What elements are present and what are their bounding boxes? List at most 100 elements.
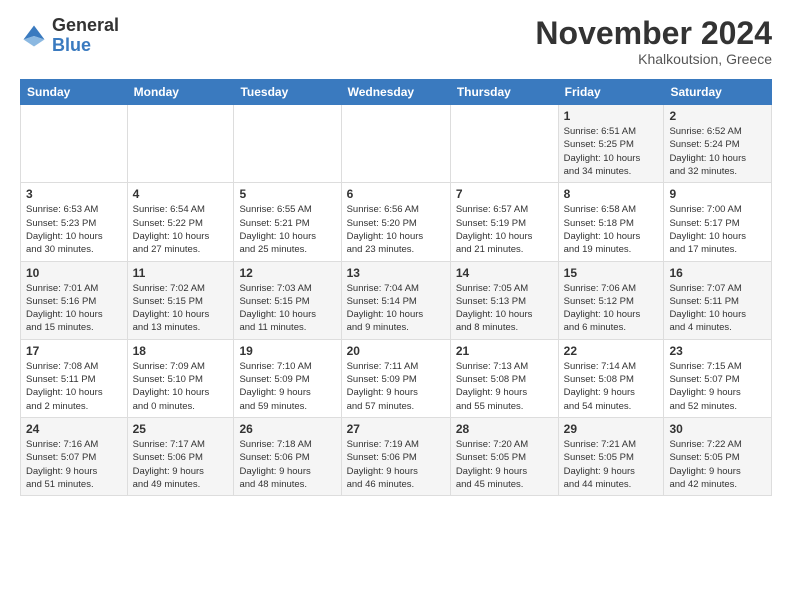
- calendar-cell: 23 Sunrise: 7:15 AM Sunset: 5:07 PM Dayli…: [664, 339, 772, 417]
- day-number: 3: [26, 187, 122, 201]
- day-number: 24: [26, 422, 122, 436]
- day-info: Sunrise: 7:21 AM Sunset: 5:05 PM Dayligh…: [564, 438, 659, 491]
- day-number: 20: [347, 344, 445, 358]
- calendar-cell: 25Sunrise: 7:17 AM Sunset: 5:06 PM Dayli…: [127, 417, 234, 495]
- day-info: Sunrise: 7:22 AM Sunset: 5:05 PM Dayligh…: [669, 438, 766, 491]
- calendar-cell: 19 Sunrise: 7:10 AM Sunset: 5:09 PM Dayli…: [234, 339, 341, 417]
- day-info: Sunrise: 7:03 AM Sunset: 5:15 PM Dayligh…: [239, 282, 335, 335]
- day-info: Sunrise: 7:13 AM Sunset: 5:08 PM Dayligh…: [456, 360, 553, 413]
- day-info: Sunrise: 6:57 AM Sunset: 5:19 PM Dayligh…: [456, 203, 553, 256]
- day-number: 19: [239, 344, 335, 358]
- calendar-cell: 26 Sunrise: 7:18 AM Sunset: 5:06 PM Dayli…: [234, 417, 341, 495]
- calendar-cell: [234, 105, 341, 183]
- day-info: Sunrise: 7:14 AM Sunset: 5:08 PM Dayligh…: [564, 360, 659, 413]
- day-number: 6: [347, 187, 445, 201]
- calendar-cell: 29 Sunrise: 7:21 AM Sunset: 5:05 PM Dayli…: [558, 417, 664, 495]
- day-number: 30: [669, 422, 766, 436]
- calendar-cell: [450, 105, 558, 183]
- calendar-cell: 9Sunrise: 7:00 AM Sunset: 5:17 PM Daylig…: [664, 183, 772, 261]
- location: Khalkoutsion, Greece: [535, 51, 772, 67]
- day-number: 22: [564, 344, 659, 358]
- calendar-cell: [127, 105, 234, 183]
- calendar-header-row: SundayMondayTuesdayWednesdayThursdayFrid…: [21, 80, 772, 105]
- calendar-cell: 1 Sunrise: 6:51 AM Sunset: 5:25 PM Daylig…: [558, 105, 664, 183]
- weekday-header: Sunday: [21, 80, 128, 105]
- logo-text: General Blue: [52, 16, 119, 56]
- calendar-cell: 5 Sunrise: 6:55 AM Sunset: 5:21 PM Daylig…: [234, 183, 341, 261]
- calendar-table: SundayMondayTuesdayWednesdayThursdayFrid…: [20, 79, 772, 496]
- day-number: 12: [239, 266, 335, 280]
- day-info: Sunrise: 6:55 AM Sunset: 5:21 PM Dayligh…: [239, 203, 335, 256]
- day-info: Sunrise: 7:02 AM Sunset: 5:15 PM Dayligh…: [133, 282, 229, 335]
- day-number: 5: [239, 187, 335, 201]
- day-number: 7: [456, 187, 553, 201]
- day-number: 15: [564, 266, 659, 280]
- logo-general: General: [52, 15, 119, 35]
- day-info: Sunrise: 6:58 AM Sunset: 5:18 PM Dayligh…: [564, 203, 659, 256]
- day-number: 23: [669, 344, 766, 358]
- calendar-cell: 3Sunrise: 6:53 AM Sunset: 5:23 PM Daylig…: [21, 183, 128, 261]
- weekday-header: Tuesday: [234, 80, 341, 105]
- day-number: 16: [669, 266, 766, 280]
- day-info: Sunrise: 6:54 AM Sunset: 5:22 PM Dayligh…: [133, 203, 229, 256]
- logo: General Blue: [20, 16, 119, 56]
- day-info: Sunrise: 7:05 AM Sunset: 5:13 PM Dayligh…: [456, 282, 553, 335]
- day-info: Sunrise: 7:15 AM Sunset: 5:07 PM Dayligh…: [669, 360, 766, 413]
- day-number: 21: [456, 344, 553, 358]
- calendar-cell: 17 Sunrise: 7:08 AM Sunset: 5:11 PM Dayli…: [21, 339, 128, 417]
- page-container: General Blue November 2024 Khalkoutsion,…: [0, 0, 792, 506]
- day-number: 13: [347, 266, 445, 280]
- day-number: 27: [347, 422, 445, 436]
- calendar-cell: 10 Sunrise: 7:01 AM Sunset: 5:16 PM Dayli…: [21, 261, 128, 339]
- calendar-cell: 12 Sunrise: 7:03 AM Sunset: 5:15 PM Dayli…: [234, 261, 341, 339]
- calendar-cell: 7 Sunrise: 6:57 AM Sunset: 5:19 PM Daylig…: [450, 183, 558, 261]
- month-title: November 2024: [535, 16, 772, 51]
- day-number: 11: [133, 266, 229, 280]
- weekday-header: Friday: [558, 80, 664, 105]
- calendar-cell: 11 Sunrise: 7:02 AM Sunset: 5:15 PM Dayli…: [127, 261, 234, 339]
- day-info: Sunrise: 7:17 AM Sunset: 5:06 PM Dayligh…: [133, 438, 229, 491]
- day-number: 14: [456, 266, 553, 280]
- calendar-cell: 14 Sunrise: 7:05 AM Sunset: 5:13 PM Dayli…: [450, 261, 558, 339]
- calendar-week-row: 24Sunrise: 7:16 AM Sunset: 5:07 PM Dayli…: [21, 417, 772, 495]
- day-info: Sunrise: 7:10 AM Sunset: 5:09 PM Dayligh…: [239, 360, 335, 413]
- day-info: Sunrise: 7:20 AM Sunset: 5:05 PM Dayligh…: [456, 438, 553, 491]
- calendar-cell: 4 Sunrise: 6:54 AM Sunset: 5:22 PM Daylig…: [127, 183, 234, 261]
- calendar-cell: 30 Sunrise: 7:22 AM Sunset: 5:05 PM Dayli…: [664, 417, 772, 495]
- calendar-week-row: 17 Sunrise: 7:08 AM Sunset: 5:11 PM Dayli…: [21, 339, 772, 417]
- calendar-week-row: 1 Sunrise: 6:51 AM Sunset: 5:25 PM Daylig…: [21, 105, 772, 183]
- day-number: 4: [133, 187, 229, 201]
- day-info: Sunrise: 6:56 AM Sunset: 5:20 PM Dayligh…: [347, 203, 445, 256]
- day-info: Sunrise: 7:19 AM Sunset: 5:06 PM Dayligh…: [347, 438, 445, 491]
- day-number: 2: [669, 109, 766, 123]
- day-number: 28: [456, 422, 553, 436]
- calendar-cell: 6 Sunrise: 6:56 AM Sunset: 5:20 PM Daylig…: [341, 183, 450, 261]
- day-number: 29: [564, 422, 659, 436]
- calendar-cell: 16 Sunrise: 7:07 AM Sunset: 5:11 PM Dayli…: [664, 261, 772, 339]
- day-info: Sunrise: 7:18 AM Sunset: 5:06 PM Dayligh…: [239, 438, 335, 491]
- day-number: 17: [26, 344, 122, 358]
- day-info: Sunrise: 6:51 AM Sunset: 5:25 PM Dayligh…: [564, 125, 659, 178]
- day-info: Sunrise: 7:01 AM Sunset: 5:16 PM Dayligh…: [26, 282, 122, 335]
- day-info: Sunrise: 7:07 AM Sunset: 5:11 PM Dayligh…: [669, 282, 766, 335]
- calendar-cell: 24Sunrise: 7:16 AM Sunset: 5:07 PM Dayli…: [21, 417, 128, 495]
- day-info: Sunrise: 7:08 AM Sunset: 5:11 PM Dayligh…: [26, 360, 122, 413]
- day-info: Sunrise: 7:06 AM Sunset: 5:12 PM Dayligh…: [564, 282, 659, 335]
- day-number: 1: [564, 109, 659, 123]
- calendar-cell: 15 Sunrise: 7:06 AM Sunset: 5:12 PM Dayli…: [558, 261, 664, 339]
- title-block: November 2024 Khalkoutsion, Greece: [535, 16, 772, 67]
- weekday-header: Monday: [127, 80, 234, 105]
- day-info: Sunrise: 7:11 AM Sunset: 5:09 PM Dayligh…: [347, 360, 445, 413]
- day-number: 10: [26, 266, 122, 280]
- calendar-cell: 21 Sunrise: 7:13 AM Sunset: 5:08 PM Dayli…: [450, 339, 558, 417]
- calendar-cell: [21, 105, 128, 183]
- day-number: 18: [133, 344, 229, 358]
- calendar-cell: 28 Sunrise: 7:20 AM Sunset: 5:05 PM Dayli…: [450, 417, 558, 495]
- calendar-cell: 8Sunrise: 6:58 AM Sunset: 5:18 PM Daylig…: [558, 183, 664, 261]
- calendar-week-row: 10 Sunrise: 7:01 AM Sunset: 5:16 PM Dayli…: [21, 261, 772, 339]
- day-number: 26: [239, 422, 335, 436]
- weekday-header: Saturday: [664, 80, 772, 105]
- calendar-cell: 22 Sunrise: 7:14 AM Sunset: 5:08 PM Dayli…: [558, 339, 664, 417]
- logo-icon: [20, 22, 48, 50]
- day-info: Sunrise: 6:52 AM Sunset: 5:24 PM Dayligh…: [669, 125, 766, 178]
